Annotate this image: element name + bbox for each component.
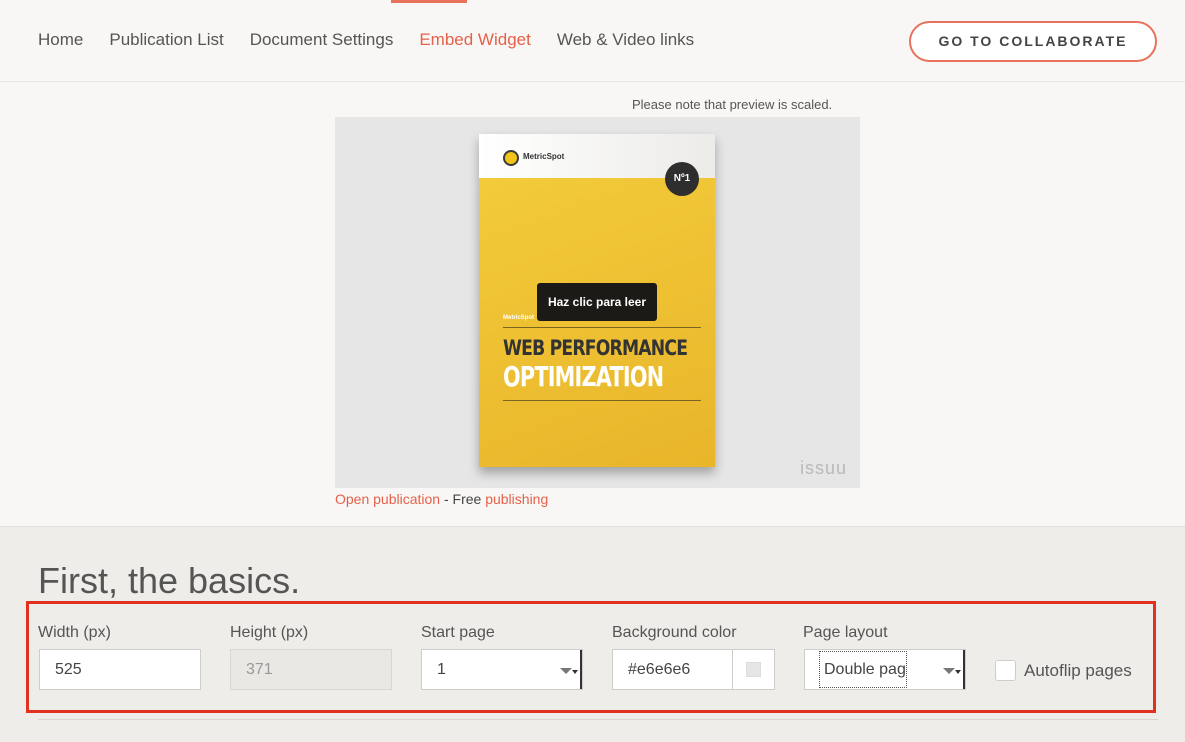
active-tab-indicator — [391, 0, 467, 3]
embed-preview[interactable]: MetricSpot Nº1 MetricSpot WEB PERFORMANC… — [335, 117, 860, 488]
chevron-down-icon — [943, 668, 955, 674]
publication-links: Open publication - Free publishing — [335, 491, 548, 507]
autoflip-label: Autoflip pages — [1024, 661, 1132, 680]
cover-title-line1: WEB PERFORMANCE — [503, 336, 688, 360]
page-layout-label: Page layout — [803, 624, 888, 641]
section-title: First, the basics. — [38, 560, 301, 601]
nav-document-settings[interactable]: Document Settings — [250, 30, 394, 50]
start-page-arrow[interactable] — [556, 650, 582, 689]
top-nav-bar: Home Publication List Document Settings … — [0, 0, 1185, 82]
preview-scaled-note: Please note that preview is scaled. — [632, 97, 833, 112]
select-divider — [580, 650, 582, 689]
metricspot-logo-icon — [503, 150, 519, 166]
page-layout-value: Double page — [819, 651, 907, 688]
click-to-read-button[interactable]: Haz clic para leer — [537, 283, 657, 321]
page-layout-arrow[interactable] — [939, 650, 965, 689]
cover-rule-bottom — [503, 400, 701, 401]
issuu-watermark: issuu — [800, 458, 848, 478]
cover-logo-text: MetricSpot — [523, 152, 565, 161]
width-label: Width (px) — [38, 624, 111, 641]
page-layout-select[interactable]: Double page — [804, 649, 966, 690]
main-nav: Home Publication List Document Settings … — [38, 30, 694, 50]
nav-web-video-links[interactable]: Web & Video links — [557, 30, 694, 50]
section-divider — [38, 719, 1158, 720]
start-page-select[interactable]: 1 — [421, 649, 583, 690]
publishing-link[interactable]: publishing — [485, 491, 548, 507]
basics-section: First, the basics. Width (px) 525 Height… — [0, 526, 1185, 742]
start-page-label: Start page — [421, 624, 495, 641]
height-label: Height (px) — [230, 624, 309, 641]
height-value: 371 — [246, 661, 273, 678]
width-input[interactable]: 525 — [39, 649, 201, 690]
small-chevron-down-icon — [955, 670, 961, 674]
cover-small-label: MetricSpot — [503, 315, 535, 321]
color-swatch — [746, 662, 761, 677]
autoflip-checkbox[interactable] — [995, 660, 1016, 681]
small-chevron-down-icon — [572, 670, 578, 674]
go-to-collaborate-button[interactable]: GO TO COLLABORATE — [909, 21, 1157, 62]
background-color-value: #e6e6e6 — [628, 661, 691, 678]
start-page-value: 1 — [437, 661, 446, 678]
nav-publication-list[interactable]: Publication List — [109, 30, 223, 50]
width-value: 525 — [55, 661, 82, 678]
color-swatch-button[interactable] — [732, 650, 774, 689]
cover-rule-top — [503, 327, 701, 328]
nav-home[interactable]: Home — [38, 30, 83, 50]
background-color-label: Background color — [612, 624, 737, 641]
cover-title-line2: OPTIMIZATION — [503, 360, 664, 393]
nav-embed-widget[interactable]: Embed Widget — [419, 30, 531, 50]
height-input: 371 — [230, 649, 392, 690]
issue-number-badge: Nº1 — [665, 162, 699, 196]
open-publication-link[interactable]: Open publication — [335, 491, 440, 507]
chevron-down-icon — [560, 668, 572, 674]
select-divider — [963, 650, 965, 689]
free-text: - Free — [440, 491, 486, 507]
background-color-input[interactable]: #e6e6e6 — [612, 649, 775, 690]
